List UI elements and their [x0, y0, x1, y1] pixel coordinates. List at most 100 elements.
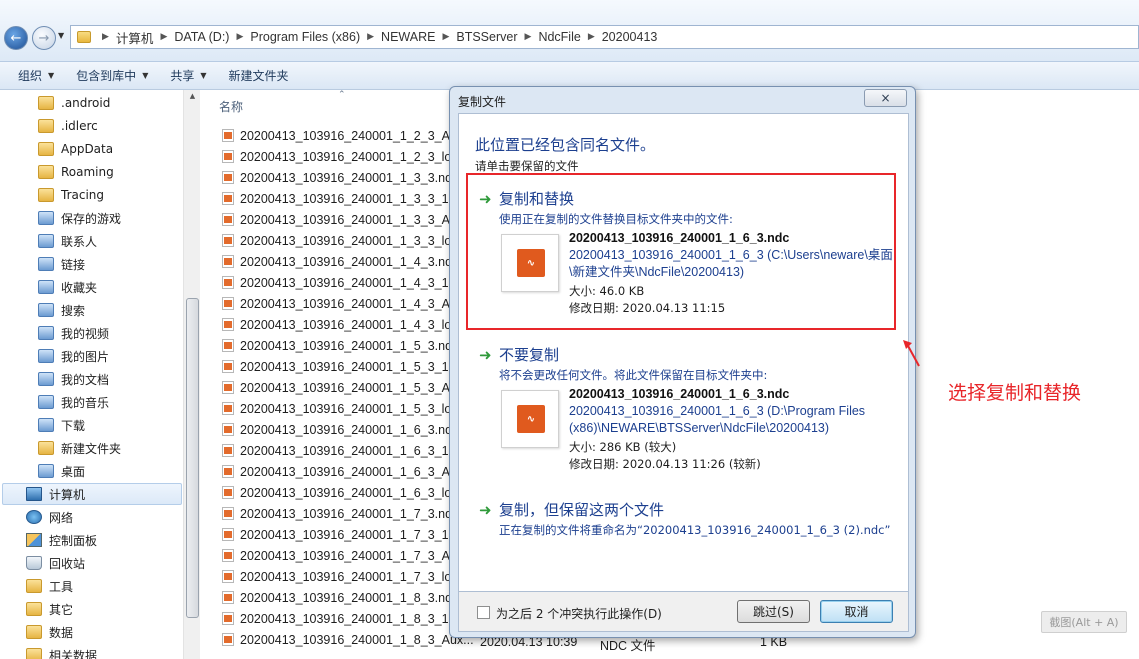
file-row[interactable]: 20200413_103916_240001_1_8_3_1.ndc [222, 608, 472, 629]
chevron-right-icon[interactable]: ▶ [236, 32, 243, 42]
nav-item[interactable]: 我的文档 [38, 369, 109, 389]
file-row[interactable]: 20200413_103916_240001_1_7_3_log [222, 566, 458, 587]
skip-button[interactable]: 跳过(S) [737, 600, 810, 623]
file-icon [222, 507, 234, 520]
file-row[interactable]: 20200413_103916_240001_1_7_3.ndc [222, 503, 458, 524]
file-name: 20200413_103916_240001_1_2_3_Aux [240, 128, 464, 143]
file-row[interactable]: 20200413_103916_240001_1_7_3_1.ndc [222, 524, 472, 545]
nav-item[interactable]: 联系人 [38, 231, 97, 251]
breadcrumb-item[interactable]: NEWARE [381, 30, 435, 44]
nav-item[interactable]: 数据 [26, 622, 73, 642]
nav-item-label: 我的图片 [61, 349, 110, 364]
file-row[interactable]: 20200413_103916_240001_1_8_3.ndc [222, 587, 458, 608]
nav-scrollbar[interactable]: ▲ [183, 90, 200, 659]
ndc-file-icon: ∿ [501, 390, 559, 448]
file-row[interactable]: 20200413_103916_240001_1_8_3_Aux... [222, 629, 474, 650]
nav-item[interactable]: Tracing [38, 185, 104, 205]
nav-item[interactable]: 搜索 [38, 300, 85, 320]
file-row[interactable]: 20200413_103916_240001_1_6_3_log [222, 482, 458, 503]
breadcrumb[interactable]: ▶ 计算机 ▶ DATA (D:) ▶ Program Files (x86) … [70, 25, 1139, 49]
nav-item-label: 联系人 [61, 234, 98, 249]
breadcrumb-item[interactable]: Program Files (x86) [250, 30, 360, 44]
nav-item[interactable]: AppData [38, 139, 113, 159]
organize-menu[interactable]: 组织 ▼ [18, 67, 54, 84]
breadcrumb-item[interactable]: 计算机 [116, 28, 154, 47]
file-row[interactable]: 20200413_103916_240001_1_4_3.ndc [222, 251, 458, 272]
file-row[interactable]: 20200413_103916_240001_1_6_3_1.ndc [222, 440, 472, 461]
option-file-path: 20200413_103916_240001_1_6_3 (D:\Program… [569, 404, 866, 435]
nav-item[interactable]: 链接 [38, 254, 85, 274]
chevron-right-icon[interactable]: ▶ [442, 32, 449, 42]
nav-item-label: 数据 [49, 625, 74, 640]
nav-item[interactable]: Roaming [38, 162, 114, 182]
file-icon [222, 486, 234, 499]
file-row[interactable]: 20200413_103916_240001_1_2_3_log [222, 146, 458, 167]
chevron-right-icon[interactable]: ▶ [525, 32, 532, 42]
chevron-right-icon[interactable]: ▶ [160, 32, 167, 42]
column-header-name[interactable]: 名称 [219, 98, 243, 115]
file-name: 20200413_103916_240001_1_6_3_1.ndc [240, 443, 473, 458]
copy-keep-both-option[interactable]: ➜ 复制，但保留这两个文件 正在复制的文件将重命名为“20200413_1039… [471, 499, 898, 549]
nav-item[interactable]: 计算机 [26, 484, 85, 504]
file-row[interactable]: 20200413_103916_240001_1_7_3_Aux [222, 545, 463, 566]
chevron-right-icon[interactable]: ▶ [102, 32, 109, 42]
nav-item[interactable]: 工具 [26, 576, 73, 596]
nav-item[interactable]: 保存的游戏 [38, 208, 121, 228]
close-button[interactable]: × [864, 89, 907, 107]
chevron-right-icon[interactable]: ▶ [367, 32, 374, 42]
nav-item[interactable]: 我的视频 [38, 323, 109, 343]
nav-item[interactable]: 我的图片 [38, 346, 109, 366]
file-row[interactable]: 20200413_103916_240001_1_5_3_log [222, 398, 458, 419]
breadcrumb-item[interactable]: 20200413 [602, 30, 658, 44]
file-row[interactable]: 20200413_103916_240001_1_4_3_Aux [222, 293, 463, 314]
cancel-button[interactable]: 取消 [820, 600, 893, 623]
option-title: 复制，但保留这两个文件 [499, 501, 665, 519]
nav-item[interactable]: 其它 [26, 599, 73, 619]
scroll-up-icon[interactable]: ▲ [184, 92, 200, 106]
option-file-name: 20200413_103916_240001_1_6_3.ndc [569, 387, 790, 401]
file-row[interactable]: 20200413_103916_240001_1_4_3_1.ndc [222, 272, 472, 293]
file-row[interactable]: 20200413_103916_240001_1_4_3_log [222, 314, 458, 335]
nav-item-label: 收藏夹 [61, 280, 98, 295]
nav-item[interactable]: 控制面板 [26, 530, 97, 550]
file-row[interactable]: 20200413_103916_240001_1_5_3_Aux [222, 377, 463, 398]
nav-item[interactable]: 相关数据 [26, 645, 97, 659]
file-row[interactable]: 20200413_103916_240001_1_5_3.ndc [222, 335, 458, 356]
file-row[interactable]: 20200413_103916_240001_1_2_3_Aux [222, 125, 463, 146]
file-icon [222, 633, 234, 646]
new-folder-button[interactable]: 新建文件夹 [229, 67, 289, 84]
file-row[interactable]: 20200413_103916_240001_1_3_3_1.ndc [222, 188, 472, 209]
nav-item-label: 工具 [49, 579, 74, 594]
breadcrumb-item[interactable]: BTSServer [456, 30, 517, 44]
share-menu[interactable]: 共享 ▼ [170, 67, 206, 84]
nav-item[interactable]: 网络 [26, 507, 73, 527]
nav-item[interactable]: 回收站 [26, 553, 85, 573]
nav-item[interactable]: 新建文件夹 [38, 438, 121, 458]
apply-to-all-checkbox[interactable] [477, 606, 490, 619]
file-row[interactable]: 20200413_103916_240001_1_6_3_Aux [222, 461, 463, 482]
breadcrumb-item[interactable]: NdcFile [538, 30, 580, 44]
nav-scroll-thumb[interactable] [186, 298, 199, 618]
nav-item[interactable]: .android [38, 93, 110, 113]
nav-item-label: 控制面板 [49, 533, 98, 548]
file-row[interactable]: 20200413_103916_240001_1_5_3_1.ndc [222, 356, 472, 377]
file-row[interactable]: 20200413_103916_240001_1_3_3_Aux [222, 209, 463, 230]
dont-copy-option[interactable]: ➜ 不要复制 将不会更改任何文件。将此文件保留在目标文件夹中: ∿ 202004… [471, 344, 898, 474]
back-button[interactable]: ← [4, 26, 28, 50]
include-in-library-menu[interactable]: 包含到库中 ▼ [76, 67, 148, 84]
forward-button[interactable]: → [32, 26, 56, 50]
nav-item-label: 我的音乐 [61, 395, 110, 410]
nav-item[interactable]: .idlerc [38, 116, 98, 136]
nav-item[interactable]: 收藏夹 [38, 277, 97, 297]
recent-pages-dropdown[interactable]: ▼ [58, 31, 68, 41]
chevron-right-icon[interactable]: ▶ [588, 32, 595, 42]
apply-to-all-label[interactable]: 为之后 2 个冲突执行此操作(D) [496, 605, 662, 622]
copy-and-replace-option[interactable]: ➜ 复制和替换 使用正在复制的文件替换目标文件夹中的文件: ∿ 20200413… [471, 188, 898, 318]
breadcrumb-item[interactable]: DATA (D:) [174, 30, 229, 44]
nav-item[interactable]: 桌面 [38, 461, 85, 481]
file-row[interactable]: 20200413_103916_240001_1_3_3.ndc [222, 167, 458, 188]
file-row[interactable]: 20200413_103916_240001_1_3_3_log [222, 230, 458, 251]
file-row[interactable]: 20200413_103916_240001_1_6_3.ndc [222, 419, 458, 440]
nav-item[interactable]: 下载 [38, 415, 85, 435]
nav-item[interactable]: 我的音乐 [38, 392, 109, 412]
